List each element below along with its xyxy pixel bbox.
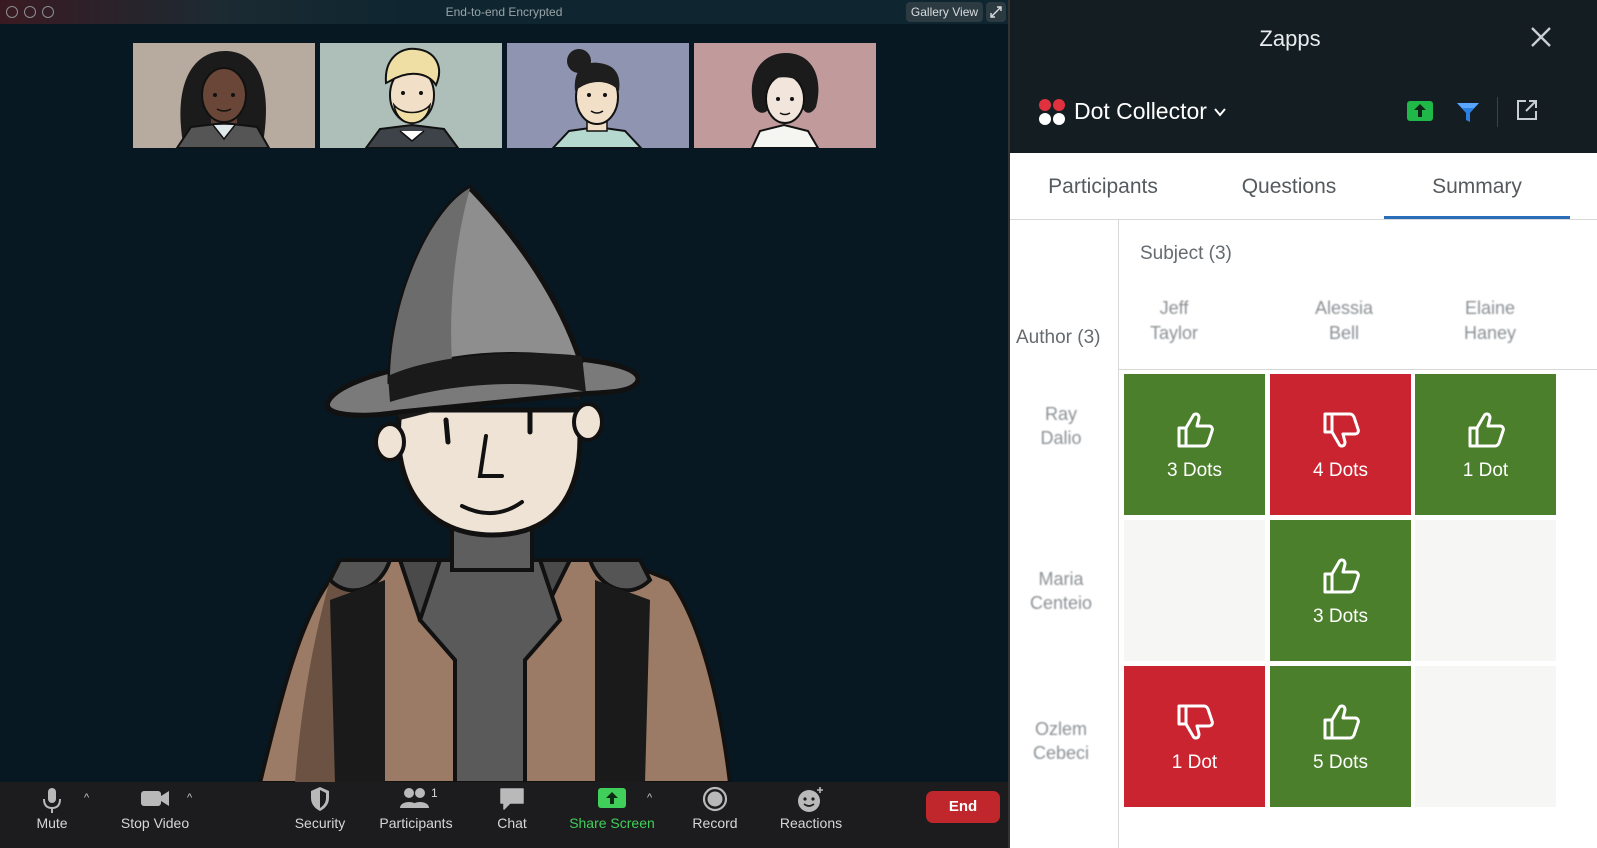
avatar xyxy=(364,47,460,148)
add-reaction-icon xyxy=(798,787,823,812)
divider xyxy=(1119,369,1597,370)
subject-name: Alessia Bell xyxy=(1314,298,1374,343)
reactions-button[interactable]: Reactions xyxy=(774,782,848,848)
author-name: Ray Dalio xyxy=(1040,404,1082,448)
dot-count: 5 Dots xyxy=(1313,752,1368,773)
dot-count: 3 Dots xyxy=(1167,460,1222,481)
dot-cell[interactable]: 1 Dot xyxy=(1415,374,1556,515)
dot-cell[interactable]: 1 Dot xyxy=(1124,666,1265,807)
tab-questions[interactable]: Questions xyxy=(1196,153,1382,219)
avatar xyxy=(750,53,820,148)
avatar xyxy=(175,51,271,148)
filter-icon[interactable] xyxy=(1455,100,1481,124)
tab-participants[interactable]: Participants xyxy=(1010,153,1196,219)
zapps-header: Zapps Dot Collector xyxy=(1010,0,1597,153)
subject-name: Jeff Taylor xyxy=(1149,298,1198,343)
dot-cell[interactable]: 5 Dots xyxy=(1270,666,1411,807)
panel-title: Zapps xyxy=(1259,26,1321,51)
summary-grid: Subject (3) Author (3) Jeff Taylor Alessi… xyxy=(1010,220,1597,848)
mute-button[interactable]: Mute xyxy=(18,782,86,848)
video-camera-icon xyxy=(141,791,169,806)
fullscreen-button[interactable] xyxy=(986,2,1006,22)
dot-count: 3 Dots xyxy=(1313,606,1368,627)
participants-count-badge: 1 xyxy=(431,786,438,800)
participants-button[interactable]: 1 Participants xyxy=(372,782,460,848)
shield-icon xyxy=(311,787,329,811)
share-screen-button[interactable]: Share Screen xyxy=(566,782,658,848)
subject-header: Subject (3) xyxy=(1140,243,1232,264)
header-divider xyxy=(1497,97,1498,127)
thumbs-down-icon xyxy=(1323,412,1360,448)
stop-video-button[interactable]: Stop Video xyxy=(112,782,198,848)
thumbs-up-icon xyxy=(1177,412,1214,448)
participant-video-tile[interactable] xyxy=(507,43,689,148)
microphone-icon xyxy=(43,788,61,813)
chat-button[interactable]: Chat xyxy=(482,782,542,848)
tab-bar: Participants Questions Summary xyxy=(1010,153,1597,220)
chat-bubble-icon xyxy=(500,788,524,810)
expand-icon xyxy=(990,6,1002,18)
audio-options-chevron-icon[interactable]: ^ xyxy=(84,792,89,804)
meeting-toolbar: Mute ^ Stop Video ^ Security 1 Participa… xyxy=(0,782,1008,848)
avatar xyxy=(257,184,733,785)
dot-cell[interactable]: 3 Dots xyxy=(1270,520,1411,661)
tab-summary[interactable]: Summary xyxy=(1384,153,1570,219)
zapps-panel: Zapps Dot Collector Participants Questio… xyxy=(1008,0,1597,848)
active-speaker-video[interactable] xyxy=(240,180,760,785)
security-button[interactable]: Security xyxy=(286,782,354,848)
participant-video-tile[interactable] xyxy=(694,43,876,148)
empty-dot-cell xyxy=(1415,520,1556,661)
author-name: Ozlem Cebeci xyxy=(1032,719,1090,763)
share-screen-icon xyxy=(598,788,626,808)
share-options-chevron-icon[interactable]: ^ xyxy=(647,792,652,804)
thumbs-up-icon xyxy=(1468,412,1505,448)
dot-count: 4 Dots xyxy=(1313,460,1368,481)
close-icon[interactable] xyxy=(1528,24,1554,50)
share-to-meeting-icon[interactable] xyxy=(1406,100,1434,122)
empty-dot-cell xyxy=(1415,666,1556,807)
participants-icon xyxy=(400,788,429,808)
participant-video-tile[interactable] xyxy=(320,43,502,148)
open-external-icon[interactable] xyxy=(1515,98,1539,122)
participant-video-tile[interactable] xyxy=(133,43,315,148)
thumbs-up-icon xyxy=(1323,704,1360,740)
author-name: Maria Centeio xyxy=(1029,569,1093,613)
dot-count: 1 Dot xyxy=(1171,752,1218,773)
thumbs-up-icon xyxy=(1323,558,1360,594)
dot-collector-logo-icon xyxy=(1039,99,1065,125)
record-icon xyxy=(702,786,728,812)
subject-name: Elaine Haney xyxy=(1463,298,1517,343)
thumbs-down-icon xyxy=(1177,704,1214,740)
end-meeting-button[interactable]: End xyxy=(926,791,1000,823)
dot-cell[interactable]: 4 Dots xyxy=(1270,374,1411,515)
chevron-down-icon[interactable] xyxy=(1212,104,1228,120)
title-bar: End-to-end Encrypted Gallery View xyxy=(0,0,1008,24)
app-selector[interactable]: Dot Collector xyxy=(1074,98,1207,125)
meeting-window: End-to-end Encrypted Gallery View Mute ^… xyxy=(0,0,1008,848)
dot-count: 1 Dot xyxy=(1462,460,1509,481)
gallery-view-button[interactable]: Gallery View xyxy=(906,2,983,22)
record-button[interactable]: Record xyxy=(684,782,746,848)
video-options-chevron-icon[interactable]: ^ xyxy=(187,792,192,804)
window-title: End-to-end Encrypted xyxy=(445,5,563,19)
author-header: Author (3) xyxy=(1016,327,1101,348)
dot-cell[interactable]: 3 Dots xyxy=(1124,374,1265,515)
avatar xyxy=(551,49,643,148)
empty-dot-cell xyxy=(1124,520,1265,661)
